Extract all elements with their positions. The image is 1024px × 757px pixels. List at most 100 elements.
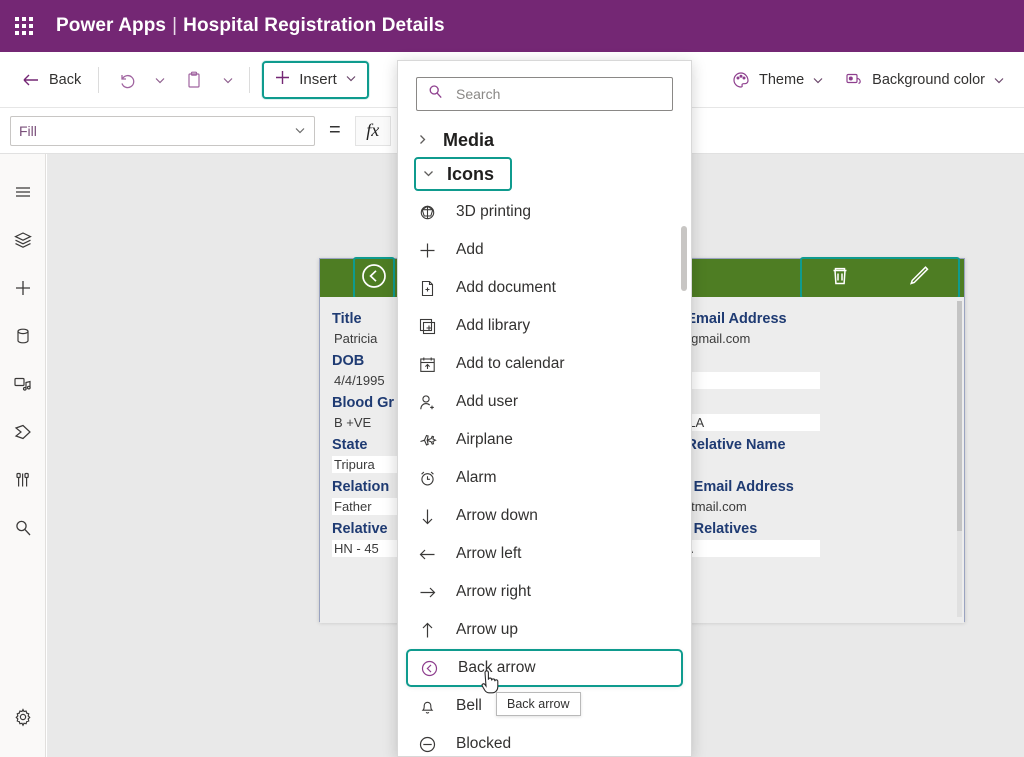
undo-button[interactable] (107, 62, 145, 98)
mouse-cursor (480, 669, 504, 704)
add-user-icon (416, 393, 438, 412)
icon-item-label: Add to calendar (456, 355, 565, 373)
icon-item-blocked[interactable]: Blocked (398, 725, 691, 757)
top-app-bar: Power Apps|Hospital Registration Details (0, 0, 1024, 52)
icon-item-arrow-down[interactable]: Arrow down (398, 497, 691, 535)
arrow-right-icon (416, 583, 438, 602)
sidebar-item-variables[interactable] (1, 458, 45, 506)
sidebar-item-power-automate[interactable] (1, 410, 45, 458)
screen-header-actions[interactable] (800, 257, 960, 299)
search-icon (12, 517, 34, 544)
arrow-down-icon (416, 507, 438, 526)
icon-item-back-arrow[interactable]: Back arrow (406, 649, 683, 687)
back-button[interactable]: Back (12, 62, 90, 98)
pencil-icon[interactable] (903, 261, 933, 296)
icon-item-alarm[interactable]: Alarm (398, 459, 691, 497)
arrow-up-icon (416, 621, 438, 640)
variables-icon (12, 469, 34, 496)
icon-item-label: Add (456, 241, 484, 259)
icon-item-arrow-left[interactable]: Arrow left (398, 535, 691, 573)
icon-item-label: Arrow left (456, 545, 521, 563)
palette-icon (731, 70, 751, 90)
add-library-icon (416, 317, 438, 336)
chevron-down-icon (812, 74, 824, 86)
toolbar-right-group: Theme Background color (722, 62, 1024, 98)
category-label: Icons (447, 164, 494, 185)
arrow-left-icon (416, 545, 438, 564)
undo-icon (116, 70, 136, 90)
undo-dropdown-chevron[interactable] (147, 64, 173, 96)
insert-button-label: Insert (299, 71, 337, 88)
form-scrollbar[interactable] (957, 301, 962, 617)
icon-item-add-document[interactable]: Add document (398, 269, 691, 307)
blocked-icon (416, 735, 438, 754)
icon-item-label: 3D printing (456, 203, 531, 221)
chevron-down-icon (294, 123, 306, 139)
paste-button[interactable] (175, 62, 213, 98)
icon-item-label: Add library (456, 317, 530, 335)
chevron-down-icon (422, 164, 435, 185)
toolbar-divider (98, 67, 99, 93)
icon-item-add-library[interactable]: Add library (398, 307, 691, 345)
trash-icon[interactable] (827, 263, 853, 294)
panel-scrollbar[interactable] (681, 226, 687, 686)
search-box[interactable] (416, 77, 673, 111)
background-color-button[interactable]: Background color (835, 62, 1014, 98)
chevron-down-icon (993, 74, 1005, 86)
data-icon (12, 325, 34, 352)
icon-item-airplane[interactable]: Airplane (398, 421, 691, 459)
property-selector[interactable]: Fill (10, 116, 315, 146)
sidebar-item-media[interactable] (1, 362, 45, 410)
back-arrow-icon (359, 261, 389, 296)
media-icon (12, 373, 34, 400)
sidebar-item-search[interactable] (1, 506, 45, 554)
app-launcher-icon[interactable] (0, 0, 48, 52)
icon-item-arrow-right[interactable]: Arrow right (398, 573, 691, 611)
add-icon (416, 241, 438, 260)
icon-item-3d-printing[interactable]: 3D printing (398, 193, 691, 231)
category-media[interactable]: Media (398, 123, 691, 157)
icon-item-label: Arrow up (456, 621, 518, 639)
icon-item-arrow-up[interactable]: Arrow up (398, 611, 691, 649)
power-apps-studio: Power Apps|Hospital Registration Details… (0, 0, 1024, 757)
sidebar-item-settings[interactable] (1, 695, 45, 743)
icon-item-label: Arrow right (456, 583, 531, 601)
icon-item-label: Add document (456, 279, 556, 297)
toolbar-divider-2 (249, 67, 250, 93)
add-to-calendar-icon (416, 355, 438, 374)
back-arrow-control[interactable] (353, 257, 395, 299)
theme-button[interactable]: Theme (722, 62, 833, 98)
icon-item-add[interactable]: Add (398, 231, 691, 269)
paste-icon (184, 70, 204, 90)
3d-printing-icon (416, 203, 438, 222)
insert-button[interactable]: Insert (262, 61, 369, 99)
equals-sign: = (325, 119, 345, 142)
category-icons[interactable]: Icons (414, 157, 512, 191)
arrow-left-icon (21, 70, 41, 90)
category-label: Media (443, 130, 494, 151)
airplane-icon (416, 431, 438, 450)
icon-item-add-user[interactable]: Add user (398, 383, 691, 421)
paste-dropdown-chevron[interactable] (215, 64, 241, 96)
insert-flyout-panel: Media Icons 3D printing Add (397, 60, 692, 757)
icon-item-label: Airplane (456, 431, 513, 449)
sidebar-item-menu[interactable] (1, 170, 45, 218)
add-document-icon (416, 279, 438, 298)
settings-gear-icon (13, 707, 33, 732)
icon-item-label: Alarm (456, 469, 496, 487)
sidebar-item-tree-view[interactable] (1, 218, 45, 266)
tree-view-icon (12, 229, 34, 256)
icon-item-add-to-calendar[interactable]: Add to calendar (398, 345, 691, 383)
search-input[interactable] (454, 85, 662, 103)
bell-icon (416, 697, 438, 716)
fx-icon[interactable]: fx (355, 116, 391, 146)
icon-item-label: Arrow down (456, 507, 538, 525)
search-icon (427, 83, 444, 105)
title-separator: | (172, 15, 177, 36)
sidebar-item-data[interactable] (1, 314, 45, 362)
theme-button-label: Theme (759, 72, 804, 88)
tooltip: Back arrow (496, 692, 581, 716)
sidebar-item-insert[interactable] (1, 266, 45, 314)
icon-item-label: Blocked (456, 735, 511, 753)
search-container (398, 61, 691, 123)
